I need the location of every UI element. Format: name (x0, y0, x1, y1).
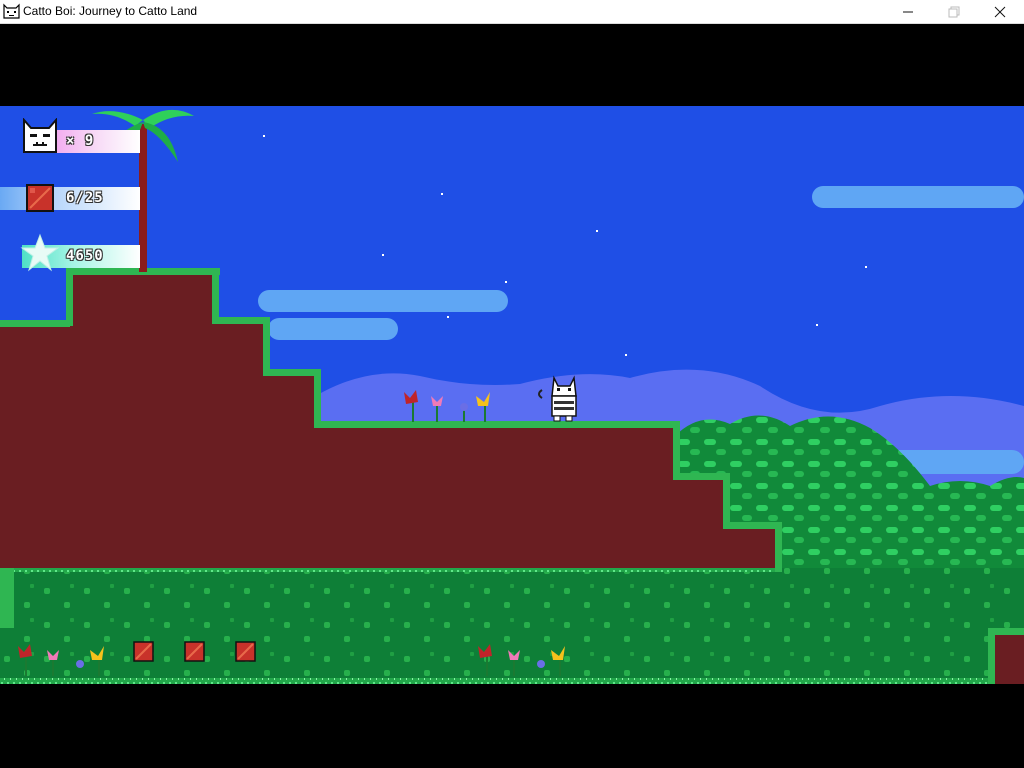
crate-icon (26, 184, 54, 212)
window-title: Catto Boi: Journey to Catto Land (23, 4, 198, 18)
score-value: 4650 (66, 248, 104, 264)
minimize-icon (903, 11, 913, 13)
hud-lives-bar (50, 130, 140, 153)
cat-face-icon (23, 118, 57, 153)
collectible-crate (133, 641, 154, 662)
boxes-count: 6/25 (66, 190, 104, 206)
close-button[interactable] (977, 0, 1023, 23)
lower-grass-field (0, 568, 1024, 684)
star-icon (20, 233, 60, 272)
cat-face-icon (3, 3, 20, 19)
maximize-icon (948, 6, 960, 18)
right-dirt-ledge (994, 632, 1024, 684)
game-scene (0, 106, 1024, 684)
collectible-crate (184, 641, 205, 662)
collectible-crate (235, 641, 256, 662)
lives-count: × 9 (66, 133, 95, 149)
game-viewport[interactable]: × 9 6/25 4650 (0, 106, 1024, 684)
minimize-button[interactable] (885, 0, 931, 23)
maximize-button[interactable] (931, 0, 977, 23)
window-titlebar: Catto Boi: Journey to Catto Land (0, 0, 1024, 24)
close-icon (994, 6, 1006, 18)
